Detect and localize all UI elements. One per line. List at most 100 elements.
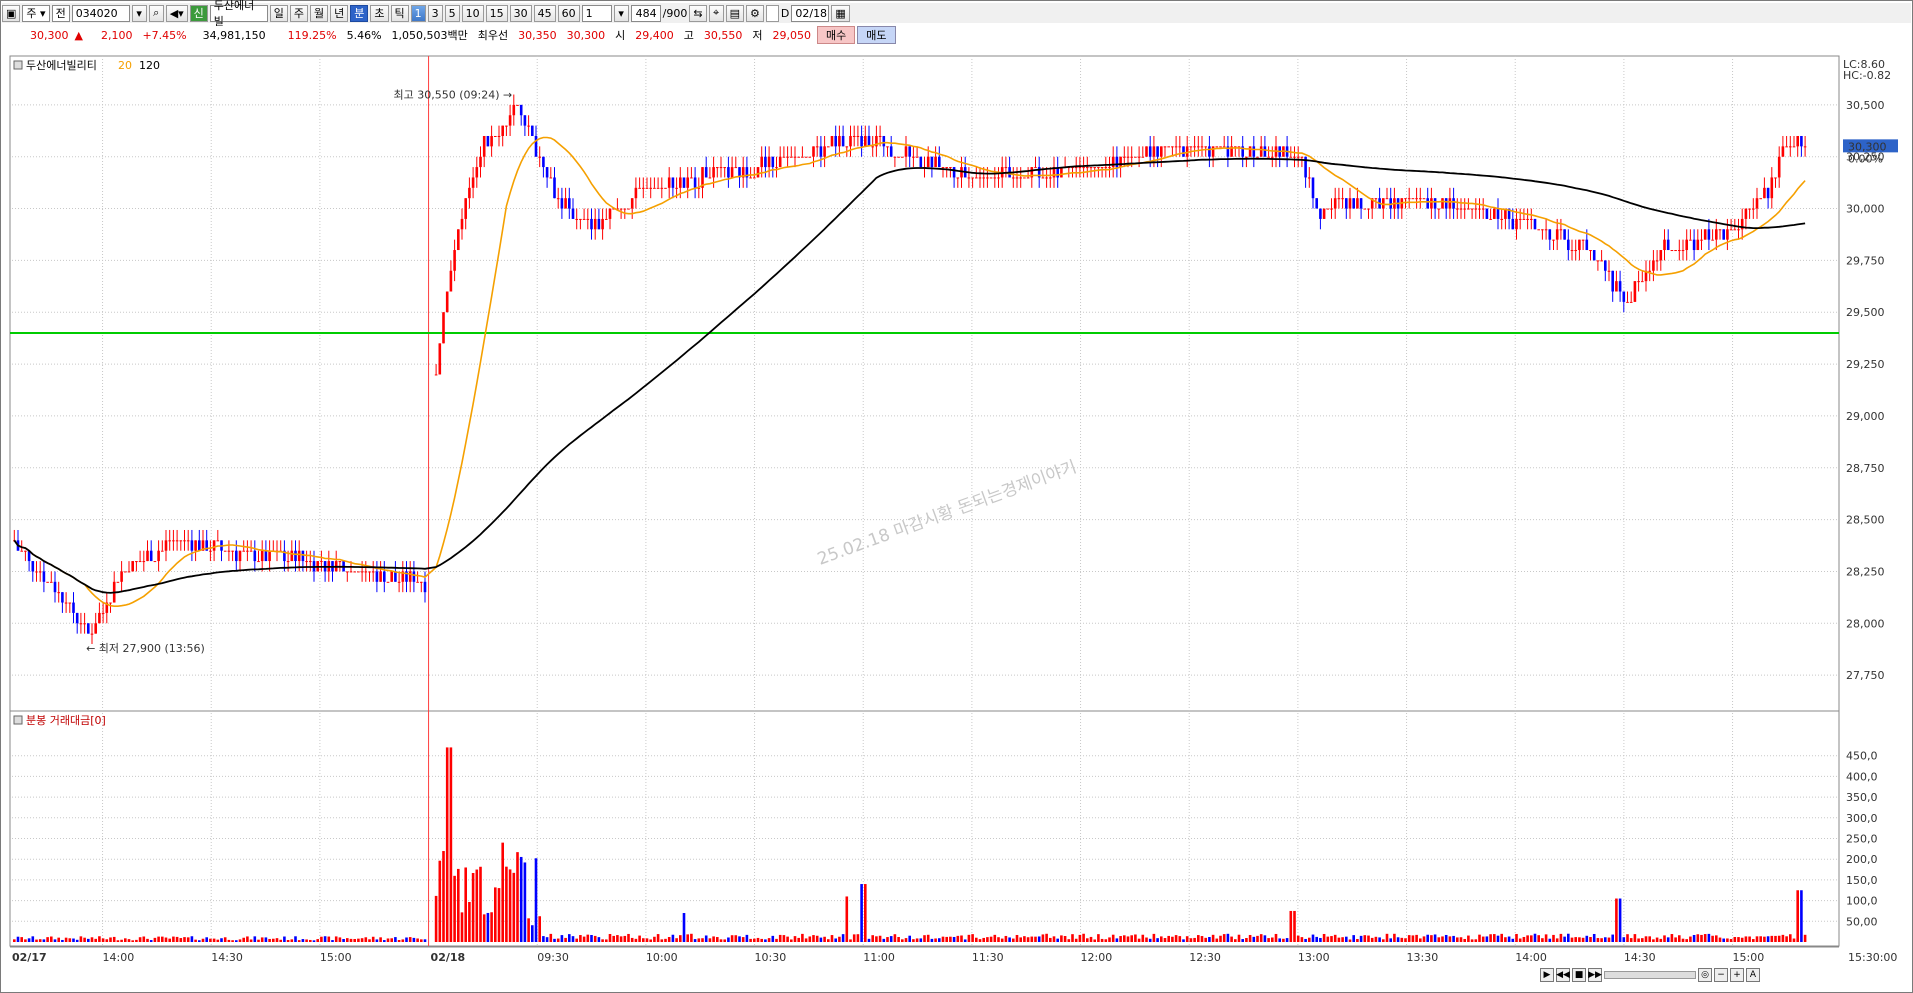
volume-bar <box>675 938 678 942</box>
candle-body <box>1681 250 1685 252</box>
scroll-slider[interactable] <box>1604 971 1696 979</box>
volume-bar <box>1193 937 1196 942</box>
legend-stock-name: 두산에너빌리티 <box>26 59 97 72</box>
candle-body <box>542 156 545 168</box>
volume-bar <box>1792 938 1796 942</box>
volume-bar <box>819 937 823 942</box>
volume-bar <box>1219 935 1222 942</box>
candle-body <box>849 135 852 147</box>
candle-body <box>246 550 249 552</box>
scroll-first-icon[interactable]: ▶ <box>1540 968 1554 982</box>
candle-body <box>172 540 175 542</box>
volume-bar <box>1496 935 1500 942</box>
volume-bar <box>331 940 334 942</box>
legend-toggle-icon[interactable] <box>13 60 23 70</box>
time-tick-label: 14:00 <box>1515 951 1547 964</box>
volume-tick-label: 200,0 <box>1846 853 1878 866</box>
candle-body <box>494 135 497 137</box>
volume-tick-label: 300,0 <box>1846 812 1878 825</box>
candle-body <box>619 208 623 210</box>
candle-body <box>124 571 127 573</box>
zoom-out-icon[interactable]: − <box>1714 968 1728 982</box>
candle-body <box>716 167 719 169</box>
candle-body <box>64 602 68 604</box>
candle-body <box>68 602 72 604</box>
volume-bar <box>320 936 323 942</box>
volume-bar <box>612 935 615 942</box>
candle-body <box>575 218 578 220</box>
volume-bar <box>1574 937 1577 942</box>
zoom-in-icon[interactable]: + <box>1730 968 1744 982</box>
candle-body <box>627 208 630 210</box>
candle-body <box>1015 177 1019 179</box>
candle-body <box>1248 146 1252 157</box>
volume-bar <box>671 934 675 942</box>
candle-body <box>24 550 27 552</box>
volume-bar <box>982 937 985 942</box>
volume-bar <box>1800 890 1803 942</box>
volume-bar <box>1670 934 1674 942</box>
font-size-icon[interactable]: A <box>1746 968 1760 982</box>
candle-body <box>1104 167 1108 169</box>
candle-body <box>793 156 797 158</box>
volume-bar <box>1518 938 1522 942</box>
volume-bar <box>131 940 134 942</box>
volume-bar <box>1544 934 1548 942</box>
candle-body <box>690 177 693 179</box>
candle-body <box>1467 208 1470 210</box>
price-chart[interactable]: 30,50030,25030,00029,75029,50029,25029,0… <box>0 0 1913 993</box>
volume-bar <box>786 936 789 942</box>
volume-bar <box>1145 937 1148 942</box>
zoom-reset-icon[interactable]: ◎ <box>1698 968 1712 982</box>
candle-body <box>449 270 453 292</box>
volume-bar <box>1733 936 1737 942</box>
volume-bar <box>1097 934 1100 942</box>
volume-bar <box>124 938 127 942</box>
volume-bar <box>220 938 223 942</box>
volume-bar <box>531 925 534 942</box>
candle-body <box>945 167 948 169</box>
volume-bar <box>364 937 368 942</box>
volume-bar <box>1137 938 1141 942</box>
volume-bar <box>216 939 220 942</box>
volume-bar <box>1652 939 1655 942</box>
candle-body <box>860 135 863 147</box>
candle-body <box>242 550 245 552</box>
volume-legend-icon[interactable] <box>13 715 23 725</box>
candle-body <box>719 167 723 169</box>
stop-icon[interactable]: ■ <box>1572 968 1586 982</box>
scroll-next-icon[interactable]: ▶▶ <box>1588 968 1602 982</box>
candle-body <box>1130 156 1133 158</box>
volume-bar <box>605 939 608 942</box>
candle-body <box>1611 270 1614 292</box>
volume-bar <box>1774 935 1777 942</box>
volume-bar <box>201 938 205 942</box>
candle-body <box>135 561 138 563</box>
candle-body <box>1518 218 1522 220</box>
volume-bar <box>264 937 268 942</box>
volume-bar <box>775 938 778 942</box>
volume-bar <box>175 936 179 942</box>
time-tick-label: 14:30 <box>211 951 243 964</box>
volume-bar <box>1444 934 1448 942</box>
volume-bar <box>1629 938 1633 942</box>
candle-body <box>908 146 911 157</box>
volume-bar <box>1393 933 1396 942</box>
candle-body <box>1152 146 1156 157</box>
candle-body <box>682 177 686 188</box>
candle-body <box>1078 167 1082 169</box>
candle-body <box>912 156 915 158</box>
scroll-prev-icon[interactable]: ◀◀ <box>1556 968 1570 982</box>
candle-body <box>1045 177 1048 179</box>
volume-bar <box>1781 934 1785 942</box>
volume-bar <box>1389 938 1392 942</box>
price-tick-label: 27,750 <box>1846 669 1885 682</box>
volume-bar <box>823 936 826 942</box>
candle-body <box>190 540 194 551</box>
candle-body <box>390 571 393 582</box>
volume-bar <box>1615 898 1618 942</box>
candle-body <box>360 571 364 573</box>
volume-bar <box>1237 934 1241 942</box>
volume-bar <box>457 868 460 942</box>
volume-bar <box>738 936 741 942</box>
